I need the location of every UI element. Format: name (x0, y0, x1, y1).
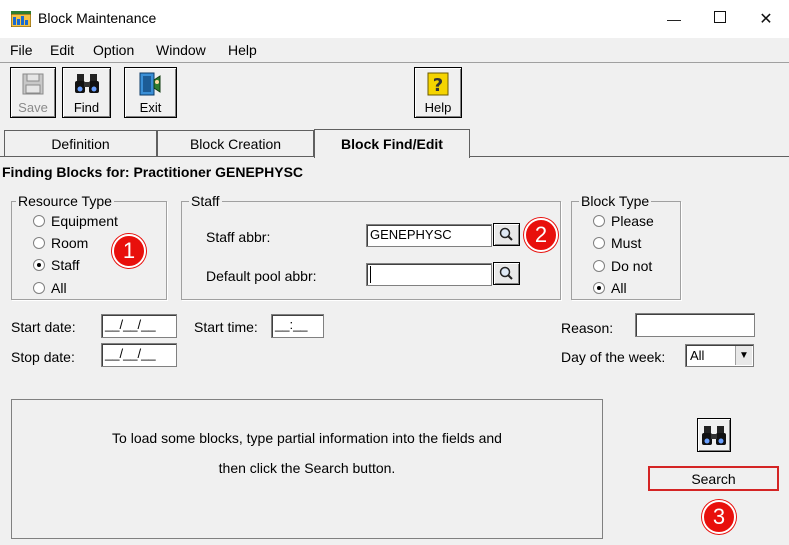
binoculars-icon (74, 72, 100, 97)
exit-button[interactable]: Exit (124, 67, 177, 118)
menu-window[interactable]: Window (156, 42, 206, 58)
text-caret (370, 266, 371, 283)
binoculars-icon (702, 426, 726, 445)
block-type-please-radio[interactable]: Please (593, 213, 654, 229)
minimize-button[interactable]: — (651, 0, 697, 38)
reason-input[interactable] (635, 313, 755, 337)
radio-icon (593, 215, 605, 227)
window-title: Block Maintenance (38, 10, 157, 26)
radio-icon (33, 282, 45, 294)
radio-selected-icon (33, 259, 45, 271)
radio-label: Equipment (51, 213, 118, 229)
radio-label: Do not (611, 258, 653, 274)
radio-label: Must (611, 235, 642, 251)
radio-icon (593, 260, 605, 272)
exit-door-icon (138, 72, 164, 99)
tab-label: Definition (51, 136, 110, 152)
radio-label: Please (611, 213, 654, 229)
instructions-line-2: then click the Search button. (218, 460, 396, 476)
day-of-week-label: Day of the week: (561, 349, 666, 365)
resource-all-radio[interactable]: All (33, 280, 67, 296)
block-type-must-radio[interactable]: Must (593, 235, 641, 251)
resource-equipment-radio[interactable]: Equipment (33, 213, 118, 229)
menu-option[interactable]: Option (93, 42, 134, 58)
find-label: Find (73, 100, 100, 115)
menu-file[interactable]: File (10, 42, 33, 58)
find-button[interactable]: Find (62, 67, 111, 118)
radio-icon (33, 237, 45, 249)
svg-text:?: ? (433, 75, 443, 96)
radio-label: Staff (51, 257, 80, 273)
resource-type-legend: Resource Type (16, 193, 114, 209)
floppy-disk-icon (21, 72, 45, 99)
start-time-input[interactable]: __:__ (271, 314, 324, 338)
tab-definition[interactable]: Definition (4, 130, 157, 157)
callout-badge-3: 3 (702, 500, 736, 534)
chevron-down-icon: ▼ (735, 346, 752, 365)
toolbar-separator (0, 62, 789, 63)
default-pool-input[interactable] (366, 263, 492, 286)
tab-label: Block Find/Edit (341, 136, 443, 152)
reason-label: Reason: (561, 320, 614, 336)
instructions-panel: To load some blocks, type partial inform… (11, 399, 603, 539)
help-button[interactable]: ? Help (414, 67, 462, 118)
start-time-label: Start time: (194, 319, 258, 335)
exit-label: Exit (139, 100, 162, 115)
stop-date-input[interactable]: __/__/__ (101, 343, 177, 367)
close-button[interactable]: ✕ (743, 0, 789, 38)
radio-selected-icon (593, 282, 605, 294)
radio-icon (593, 237, 605, 249)
save-label: Save (18, 100, 48, 115)
resource-staff-radio[interactable]: Staff (33, 257, 80, 273)
staff-abbr-lookup-button[interactable] (493, 223, 520, 246)
menu-help[interactable]: Help (228, 42, 257, 58)
help-label: Help (424, 100, 452, 115)
radio-label: All (51, 280, 67, 296)
block-type-do-not-radio[interactable]: Do not (593, 258, 652, 274)
radio-label: Room (51, 235, 89, 251)
callout-badge-2: 2 (524, 218, 558, 252)
tab-label: Block Creation (189, 136, 282, 152)
block-type-legend: Block Type (579, 193, 652, 209)
magnifier-icon (499, 227, 513, 241)
staff-legend: Staff (189, 193, 222, 209)
radio-icon (33, 215, 45, 227)
minimize-icon: — (667, 11, 681, 27)
question-mark-icon: ? (427, 72, 449, 99)
day-of-week-value: All (690, 348, 705, 363)
search-binoculars-button[interactable] (697, 418, 731, 452)
resource-room-radio[interactable]: Room (33, 235, 88, 251)
callout-badge-1: 1 (112, 234, 146, 268)
radio-label: All (611, 280, 627, 296)
finding-blocks-label: Finding Blocks for: Practitioner GENEPHY… (2, 164, 304, 180)
app-calendar-icon (10, 11, 32, 28)
maximize-icon (714, 10, 726, 28)
save-button[interactable]: Save (10, 67, 56, 118)
instructions-line-1: To load some blocks, type partial inform… (112, 430, 502, 446)
maximize-button[interactable] (697, 0, 743, 38)
magnifier-icon (499, 266, 513, 280)
close-icon: ✕ (759, 11, 773, 28)
tab-block-find-edit[interactable]: Block Find/Edit (314, 129, 470, 158)
menu-edit[interactable]: Edit (50, 42, 74, 58)
stop-date-label: Stop date: (11, 349, 75, 365)
tab-block-creation[interactable]: Block Creation (157, 130, 314, 157)
search-label: Search (691, 470, 736, 487)
default-pool-label: Default pool abbr: (206, 268, 317, 284)
staff-abbr-label: Staff abbr: (206, 229, 271, 245)
day-of-week-select[interactable]: All ▼ (685, 344, 754, 367)
start-date-input[interactable]: __/__/__ (101, 314, 177, 338)
staff-abbr-input[interactable]: GENEPHYSC (366, 224, 492, 247)
block-type-all-radio[interactable]: All (593, 280, 627, 296)
start-date-label: Start date: (11, 319, 76, 335)
default-pool-lookup-button[interactable] (493, 262, 520, 285)
search-button[interactable]: Search (648, 466, 779, 491)
